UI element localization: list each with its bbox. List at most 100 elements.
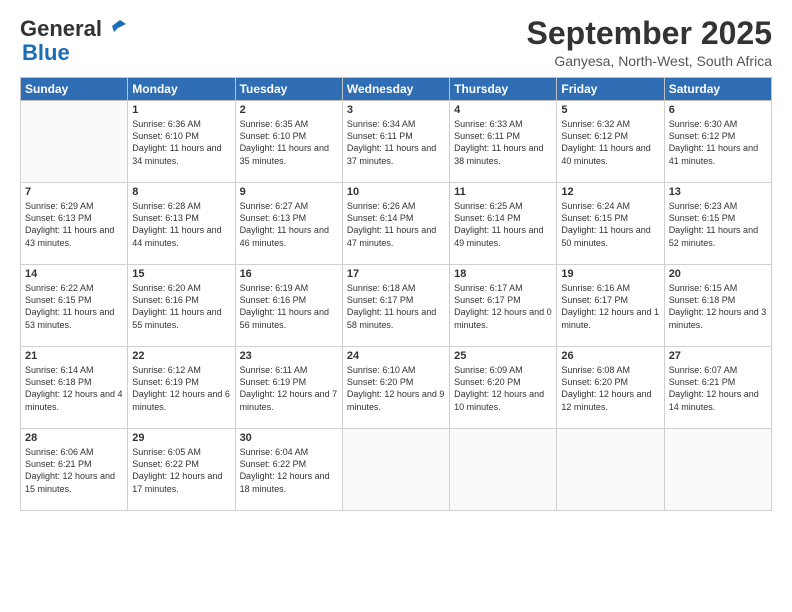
day-number: 25 (454, 350, 552, 362)
table-row (21, 101, 128, 183)
cell-info: Sunrise: 6:18 AMSunset: 6:17 PMDaylight:… (347, 282, 445, 331)
logo-bird-icon (104, 18, 126, 36)
table-row: 10 Sunrise: 6:26 AMSunset: 6:14 PMDayligh… (342, 183, 449, 265)
header: General Blue September 2025 Ganyesa, Nor… (20, 16, 772, 69)
cell-info: Sunrise: 6:16 AMSunset: 6:17 PMDaylight:… (561, 282, 659, 331)
calendar-header-row: Sunday Monday Tuesday Wednesday Thursday… (21, 78, 772, 101)
cell-info: Sunrise: 6:11 AMSunset: 6:19 PMDaylight:… (240, 364, 338, 413)
table-row: 20Sunrise: 6:15 AMSunset: 6:18 PMDayligh… (664, 265, 771, 347)
table-row: 21Sunrise: 6:14 AMSunset: 6:18 PMDayligh… (21, 347, 128, 429)
cell-info: Sunrise: 6:17 AMSunset: 6:17 PMDaylight:… (454, 282, 552, 331)
table-row: 23 Sunrise: 6:11 AMSunset: 6:19 PMDayligh… (235, 347, 342, 429)
logo-blue: Blue (20, 40, 70, 66)
cell-info: Sunrise: 6:22 AMSunset: 6:15 PMDaylight:… (25, 282, 123, 331)
table-row: 26 Sunrise: 6:08 AMSunset: 6:20 PMDayligh… (557, 347, 664, 429)
table-row: 24 Sunrise: 6:10 AMSunset: 6:20 PMDayligh… (342, 347, 449, 429)
day-number: 23 (240, 350, 338, 362)
cell-info: Sunrise: 6:23 AMSunset: 6:15 PMDaylight:… (669, 200, 767, 249)
col-thursday: Thursday (450, 78, 557, 101)
logo-general: General (20, 16, 102, 42)
calendar-week-row: 7Sunrise: 6:29 AMSunset: 6:13 PMDaylight… (21, 183, 772, 265)
day-number: 12 (561, 186, 659, 198)
table-row: 8 Sunrise: 6:28 AMSunset: 6:13 PMDaylight… (128, 183, 235, 265)
col-monday: Monday (128, 78, 235, 101)
cell-info: Sunrise: 6:10 AMSunset: 6:20 PMDaylight:… (347, 364, 445, 413)
cell-info: Sunrise: 6:08 AMSunset: 6:20 PMDaylight:… (561, 364, 659, 413)
table-row: 3 Sunrise: 6:34 AMSunset: 6:11 PMDaylight… (342, 101, 449, 183)
table-row: 28Sunrise: 6:06 AMSunset: 6:21 PMDayligh… (21, 429, 128, 511)
cell-info: Sunrise: 6:27 AMSunset: 6:13 PMDaylight:… (240, 200, 338, 249)
day-number: 21 (25, 350, 123, 362)
day-number: 27 (669, 350, 767, 362)
cell-info: Sunrise: 6:15 AMSunset: 6:18 PMDaylight:… (669, 282, 767, 331)
day-number: 11 (454, 186, 552, 198)
table-row: 17 Sunrise: 6:18 AMSunset: 6:17 PMDayligh… (342, 265, 449, 347)
cell-info: Sunrise: 6:06 AMSunset: 6:21 PMDaylight:… (25, 446, 123, 495)
day-number: 2 (240, 104, 338, 116)
table-row (450, 429, 557, 511)
cell-info: Sunrise: 6:35 AMSunset: 6:10 PMDaylight:… (240, 118, 338, 167)
cell-info: Sunrise: 6:09 AMSunset: 6:20 PMDaylight:… (454, 364, 552, 413)
cell-info: Sunrise: 6:20 AMSunset: 6:16 PMDaylight:… (132, 282, 230, 331)
day-number: 13 (669, 186, 767, 198)
table-row: 4 Sunrise: 6:33 AMSunset: 6:11 PMDaylight… (450, 101, 557, 183)
table-row (664, 429, 771, 511)
table-row: 13 Sunrise: 6:23 AMSunset: 6:15 PMDayligh… (664, 183, 771, 265)
table-row: 22 Sunrise: 6:12 AMSunset: 6:19 PMDayligh… (128, 347, 235, 429)
col-tuesday: Tuesday (235, 78, 342, 101)
col-wednesday: Wednesday (342, 78, 449, 101)
day-number: 15 (132, 268, 230, 280)
table-row: 7Sunrise: 6:29 AMSunset: 6:13 PMDaylight… (21, 183, 128, 265)
cell-info: Sunrise: 6:32 AMSunset: 6:12 PMDaylight:… (561, 118, 659, 167)
location-title: Ganyesa, North-West, South Africa (527, 53, 772, 69)
col-friday: Friday (557, 78, 664, 101)
day-number: 6 (669, 104, 767, 116)
cell-info: Sunrise: 6:29 AMSunset: 6:13 PMDaylight:… (25, 200, 123, 249)
day-number: 5 (561, 104, 659, 116)
calendar-week-row: 28Sunrise: 6:06 AMSunset: 6:21 PMDayligh… (21, 429, 772, 511)
day-number: 17 (347, 268, 445, 280)
table-row: 16Sunrise: 6:19 AMSunset: 6:16 PMDayligh… (235, 265, 342, 347)
day-number: 26 (561, 350, 659, 362)
calendar-week-row: 21Sunrise: 6:14 AMSunset: 6:18 PMDayligh… (21, 347, 772, 429)
day-number: 14 (25, 268, 123, 280)
day-number: 19 (561, 268, 659, 280)
table-row: 11Sunrise: 6:25 AMSunset: 6:14 PMDayligh… (450, 183, 557, 265)
table-row: 30Sunrise: 6:04 AMSunset: 6:22 PMDayligh… (235, 429, 342, 511)
table-row (342, 429, 449, 511)
cell-info: Sunrise: 6:30 AMSunset: 6:12 PMDaylight:… (669, 118, 767, 167)
day-number: 8 (132, 186, 230, 198)
table-row: 27 Sunrise: 6:07 AMSunset: 6:21 PMDayligh… (664, 347, 771, 429)
col-sunday: Sunday (21, 78, 128, 101)
cell-info: Sunrise: 6:24 AMSunset: 6:15 PMDaylight:… (561, 200, 659, 249)
day-number: 10 (347, 186, 445, 198)
cell-info: Sunrise: 6:33 AMSunset: 6:11 PMDaylight:… (454, 118, 552, 167)
cell-info: Sunrise: 6:28 AMSunset: 6:13 PMDaylight:… (132, 200, 230, 249)
day-number: 1 (132, 104, 230, 116)
day-number: 24 (347, 350, 445, 362)
table-row: 5 Sunrise: 6:32 AMSunset: 6:12 PMDaylight… (557, 101, 664, 183)
cell-info: Sunrise: 6:04 AMSunset: 6:22 PMDaylight:… (240, 446, 338, 495)
table-row: 25 Sunrise: 6:09 AMSunset: 6:20 PMDayligh… (450, 347, 557, 429)
cell-info: Sunrise: 6:26 AMSunset: 6:14 PMDaylight:… (347, 200, 445, 249)
table-row: 9 Sunrise: 6:27 AMSunset: 6:13 PMDaylight… (235, 183, 342, 265)
table-row (557, 429, 664, 511)
day-number: 3 (347, 104, 445, 116)
table-row: 12 Sunrise: 6:24 AMSunset: 6:15 PMDayligh… (557, 183, 664, 265)
day-number: 4 (454, 104, 552, 116)
table-row: 2 Sunrise: 6:35 AMSunset: 6:10 PMDaylight… (235, 101, 342, 183)
table-row: 14 Sunrise: 6:22 AMSunset: 6:15 PMDayligh… (21, 265, 128, 347)
cell-info: Sunrise: 6:07 AMSunset: 6:21 PMDaylight:… (669, 364, 767, 413)
cell-info: Sunrise: 6:12 AMSunset: 6:19 PMDaylight:… (132, 364, 230, 413)
calendar-table: Sunday Monday Tuesday Wednesday Thursday… (20, 77, 772, 511)
table-row: 29Sunrise: 6:05 AMSunset: 6:22 PMDayligh… (128, 429, 235, 511)
day-number: 9 (240, 186, 338, 198)
logo: General Blue (20, 16, 126, 66)
table-row: 1Sunrise: 6:36 AMSunset: 6:10 PMDaylight… (128, 101, 235, 183)
table-row: 6 Sunrise: 6:30 AMSunset: 6:12 PMDaylight… (664, 101, 771, 183)
table-row: 18Sunrise: 6:17 AMSunset: 6:17 PMDayligh… (450, 265, 557, 347)
title-block: September 2025 Ganyesa, North-West, Sout… (527, 16, 772, 69)
day-number: 16 (240, 268, 338, 280)
cell-info: Sunrise: 6:34 AMSunset: 6:11 PMDaylight:… (347, 118, 445, 167)
day-number: 22 (132, 350, 230, 362)
